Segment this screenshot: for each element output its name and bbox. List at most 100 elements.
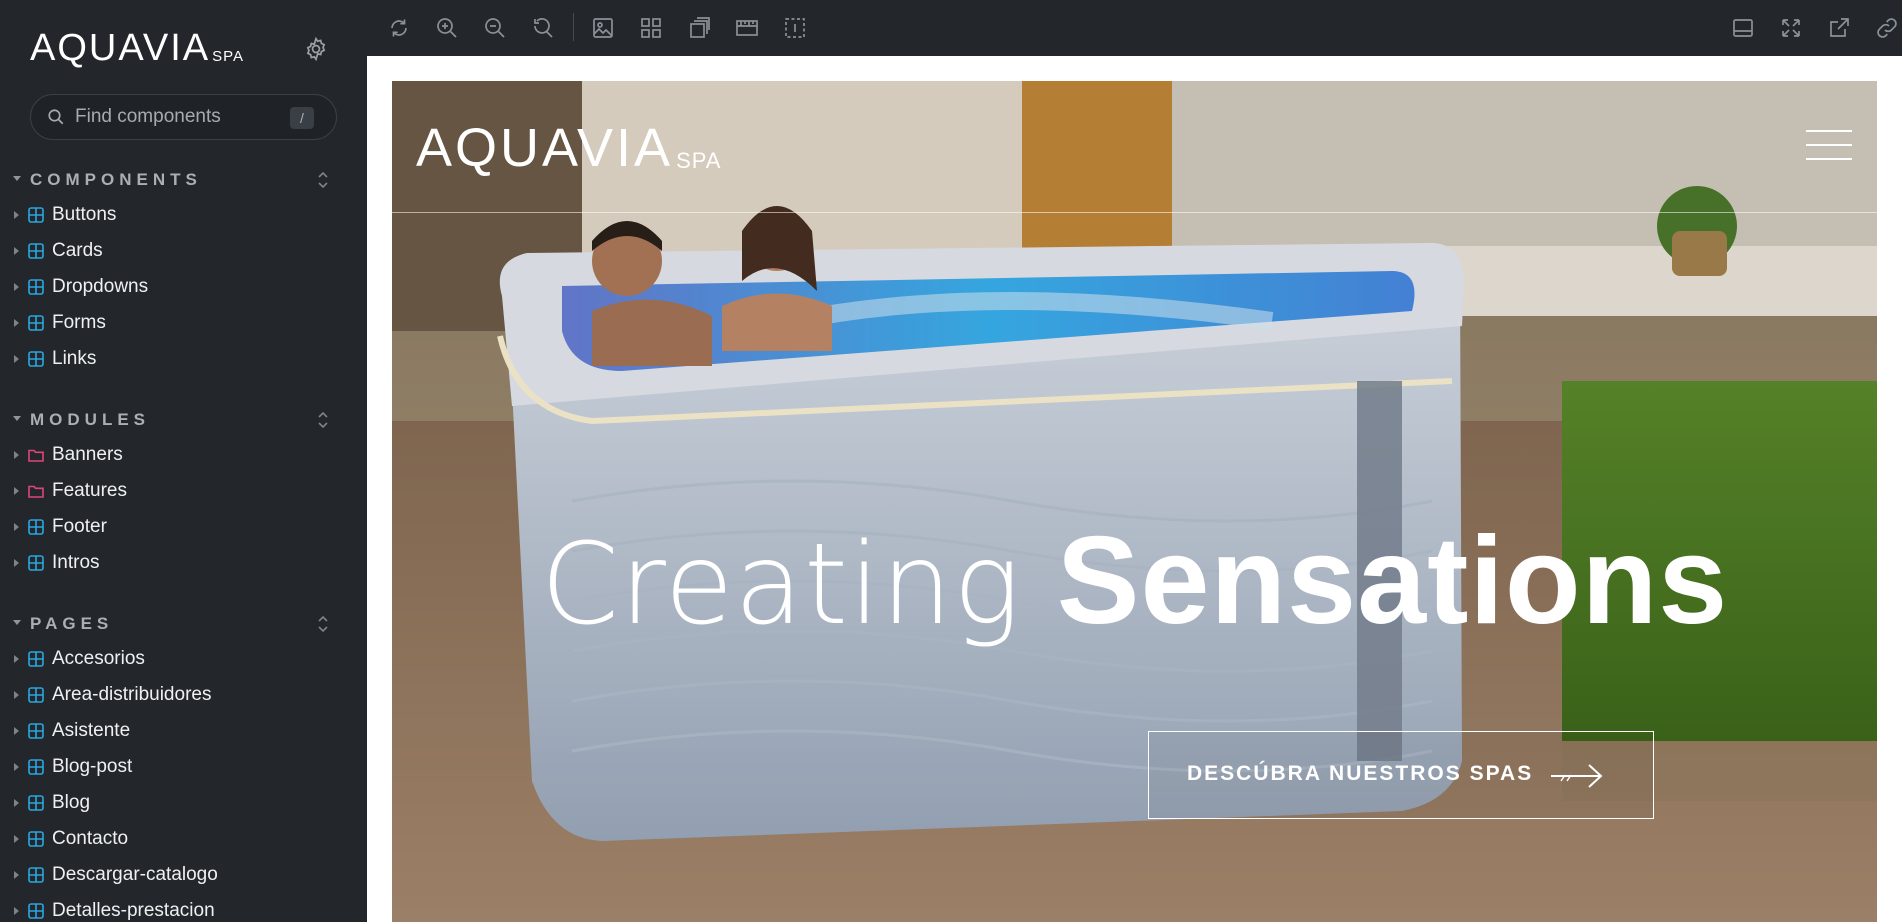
caret-right-icon xyxy=(14,247,19,255)
search-shortcut-key: / xyxy=(290,107,314,129)
caret-right-icon xyxy=(14,763,19,771)
preview-canvas: AQUAVIA SPA Creating Sensations DESCÚBRA… xyxy=(367,56,1902,922)
hamburger-menu-button[interactable] xyxy=(1806,128,1852,162)
sidebar-item-label: Area-distribuidores xyxy=(52,684,212,705)
zoom-in-icon[interactable] xyxy=(435,16,459,40)
section-header[interactable]: COMPONENTS xyxy=(0,165,367,195)
sidebar-item-forms[interactable]: Forms xyxy=(0,305,367,341)
sidebar-item-features[interactable]: Features xyxy=(0,473,367,509)
sidebar-item-contacto[interactable]: Contacto xyxy=(0,821,367,857)
sidebar-item-label: Accesorios xyxy=(52,648,145,669)
arrow-right-icon xyxy=(1551,764,1603,788)
caret-down-icon xyxy=(13,620,21,625)
sidebar-item-label: Buttons xyxy=(52,204,117,225)
outline-icon[interactable] xyxy=(783,16,807,40)
sidebar-item-asistente[interactable]: Asistente xyxy=(0,713,367,749)
sidebar-item-label: Detalles-prestacion xyxy=(52,900,215,921)
brand-suffix: SPA xyxy=(212,48,245,65)
brand-name: AQUAVIA xyxy=(30,27,211,69)
component-icon xyxy=(28,351,44,367)
menu-line xyxy=(1806,158,1852,160)
caret-down-icon xyxy=(13,176,21,181)
background-icon[interactable] xyxy=(591,16,615,40)
sidebar-item-cards[interactable]: Cards xyxy=(0,233,367,269)
component-icon xyxy=(28,243,44,259)
menu-line xyxy=(1806,144,1852,146)
caret-right-icon xyxy=(14,283,19,291)
sidebar-item-descargar-catalogo[interactable]: Descargar-catalogo xyxy=(0,857,367,893)
hero-headline-light: Creating xyxy=(540,520,1022,650)
section-title: COMPONENTS xyxy=(30,170,202,189)
component-icon xyxy=(28,279,44,295)
sidebar-item-area-distribuidores[interactable]: Area-distribuidores xyxy=(0,677,367,713)
section-title: PAGES xyxy=(30,614,114,633)
fullscreen-icon[interactable] xyxy=(1779,16,1803,40)
sidebar-item-footer[interactable]: Footer xyxy=(0,509,367,545)
folder-icon xyxy=(28,485,44,498)
sidebar-item-intros[interactable]: Intros xyxy=(0,545,367,581)
caret-right-icon xyxy=(14,655,19,663)
caret-right-icon xyxy=(14,211,19,219)
caret-right-icon xyxy=(14,871,19,879)
hero-headline-bold: Sensations xyxy=(1056,512,1729,650)
sidebar-item-blog-post[interactable]: Blog-post xyxy=(0,749,367,785)
zoom-reset-icon[interactable] xyxy=(531,16,555,40)
search-icon xyxy=(48,109,64,125)
sidebar-item-dropdowns[interactable]: Dropdowns xyxy=(0,269,367,305)
hero-headline: Creating Sensations xyxy=(392,511,1877,655)
brand-logo[interactable]: AQUAVIA SPA xyxy=(30,27,245,69)
sidebar-item-label: Cards xyxy=(52,240,103,261)
preview-toolbar xyxy=(367,0,1902,56)
sidebar-item-links[interactable]: Links xyxy=(0,341,367,377)
section-pages: PAGES Accesorios Area-distribuidores Asi… xyxy=(0,609,367,922)
panel-icon[interactable] xyxy=(1731,16,1755,40)
section-header[interactable]: PAGES xyxy=(0,609,367,639)
settings-button[interactable] xyxy=(303,36,329,62)
cta-label: DESCÚBRA NUESTROS SPAS xyxy=(1187,762,1534,785)
refresh-icon[interactable] xyxy=(387,16,411,40)
caret-right-icon xyxy=(14,559,19,567)
sidebar-item-banners[interactable]: Banners xyxy=(0,437,367,473)
grid-icon[interactable] xyxy=(639,16,663,40)
section-modules: MODULES Banners Features Footer Intros xyxy=(0,405,367,581)
caret-right-icon xyxy=(14,835,19,843)
expand-collapse-icon[interactable] xyxy=(316,171,330,189)
component-icon xyxy=(28,555,44,571)
component-icon xyxy=(28,795,44,811)
sidebar-item-label: Features xyxy=(52,480,127,501)
sidebar-item-buttons[interactable]: Buttons xyxy=(0,197,367,233)
component-icon xyxy=(28,867,44,883)
sidebar: AQUAVIA SPA / COMPONENTS Buttons Cards xyxy=(0,0,367,922)
viewport-icon[interactable] xyxy=(687,16,711,40)
expand-collapse-icon[interactable] xyxy=(316,615,330,633)
sidebar-item-label: Contacto xyxy=(52,828,129,849)
site-logo[interactable]: AQUAVIA SPA xyxy=(416,118,722,178)
sidebar-item-detalles-prestacion[interactable]: Detalles-prestacion xyxy=(0,893,367,922)
sidebar-item-label: Intros xyxy=(52,552,100,573)
section-title: MODULES xyxy=(30,410,150,429)
caret-right-icon xyxy=(14,799,19,807)
copy-link-icon[interactable] xyxy=(1875,16,1899,40)
sidebar-item-blog[interactable]: Blog xyxy=(0,785,367,821)
folder-icon xyxy=(28,449,44,462)
open-new-tab-icon[interactable] xyxy=(1827,16,1851,40)
search-box[interactable]: / xyxy=(30,94,337,140)
section-header[interactable]: MODULES xyxy=(0,405,367,435)
component-icon xyxy=(28,687,44,703)
component-icon xyxy=(28,651,44,667)
component-icon xyxy=(28,723,44,739)
site-logo-suffix: SPA xyxy=(676,148,722,173)
measure-icon[interactable] xyxy=(735,16,759,40)
caret-right-icon xyxy=(14,907,19,915)
sidebar-item-accesorios[interactable]: Accesorios xyxy=(0,641,367,677)
caret-right-icon xyxy=(14,523,19,531)
gear-icon xyxy=(306,36,326,62)
cta-button[interactable]: DESCÚBRA NUESTROS SPAS xyxy=(1148,731,1654,819)
sidebar-item-label: Descargar-catalogo xyxy=(52,864,218,885)
caret-right-icon xyxy=(14,319,19,327)
expand-collapse-icon[interactable] xyxy=(316,411,330,429)
zoom-out-icon[interactable] xyxy=(483,16,507,40)
sidebar-item-label: Forms xyxy=(52,312,106,333)
site-logo-name: AQUAVIA xyxy=(416,118,674,178)
search-input[interactable] xyxy=(75,106,275,128)
